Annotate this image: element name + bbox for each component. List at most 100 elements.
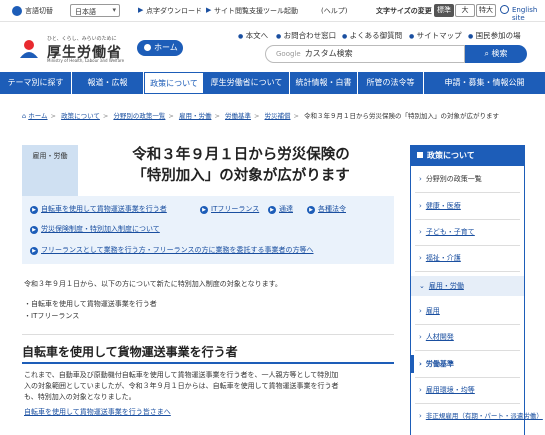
sidebar-item-nonregular[interactable]: › 非正規雇用（有期・パート・派遣労働） (411, 410, 543, 420)
nav-item-policy[interactable]: 政策について (144, 72, 204, 94)
sidebar-item-employment-labour[interactable]: ⌄ 雇用・労働 (411, 281, 524, 291)
nav-item-laws[interactable]: 所管の法令等 (358, 72, 424, 94)
caret-icon: ▶ (138, 6, 144, 14)
toc-item[interactable]: ▶ 労災保険制度・特別加入制度について (30, 224, 160, 234)
sidebar-link[interactable]: 雇用・労働 (429, 282, 464, 290)
sidebar-divider (415, 245, 520, 246)
toc-item[interactable]: ▶ 通達 (268, 204, 293, 214)
sidebar-divider (415, 324, 520, 325)
sidebar-item-welfare[interactable]: › 福祉・介護 (411, 253, 524, 263)
sidebar-link[interactable]: 人材開発 (426, 333, 454, 341)
sidebar-link[interactable]: 雇用 (426, 307, 440, 315)
sidebar-link[interactable]: 非正規雇用（有期・パート・派遣労働） (426, 412, 543, 420)
search-input[interactable]: Google カスタム検索 (265, 45, 465, 63)
google-label: Google (276, 50, 301, 58)
sidebar-divider (415, 377, 520, 378)
list-item: ・自転車を使用して貨物運送事業を行う者 (24, 300, 157, 308)
language-select[interactable]: 日本語 (70, 4, 120, 17)
paragraph-line: 入の対象範囲としていましたが、令和３年９月１日からは、自転車を使用して貨物運送事… (24, 382, 339, 390)
header-link-main[interactable]: ● 本文へ (238, 30, 268, 41)
global-nav: テーマ別に探す 報道・広報 政策について 厚生労働省について 統計情報・白書 所… (0, 72, 545, 94)
toc-link[interactable]: 通達 (279, 205, 293, 213)
header-link-label: お問合わせ窓口 (283, 31, 337, 40)
sidebar-link[interactable]: 労働基準 (426, 360, 454, 368)
nav-item-theme[interactable]: テーマ別に探す (0, 72, 72, 94)
font-size-standard-button[interactable]: 標準 (434, 4, 454, 17)
toc-item[interactable]: ▶ 自転車を使用して貨物運送事業を行う者 (30, 204, 167, 214)
logo-english-name: Ministry of Health, Labour and Welfare (47, 58, 125, 63)
toc-link[interactable]: 労災保険制度・特別加入制度について (41, 225, 160, 233)
toc-link[interactable]: ITフリーランス (211, 205, 259, 213)
sidebar-link[interactable]: 健康・医療 (426, 202, 461, 210)
logo-tagline: ひと、くらし、みらいのために (47, 36, 117, 42)
sidebar-divider (415, 350, 520, 351)
nav-item-statistics[interactable]: 統計情報・白書 (290, 72, 358, 94)
arrow-right-icon: ▶ (30, 206, 38, 214)
chevron-right-icon: › (419, 360, 422, 368)
arrow-right-icon: ▶ (307, 206, 315, 214)
arrow-right-icon: ▶ (268, 206, 276, 214)
chevron-right-icon: › (419, 202, 422, 210)
nav-item-press[interactable]: 報道・広報 (72, 72, 144, 94)
header-link-contact[interactable]: ● お問合わせ窓口 (276, 30, 336, 41)
chevron-right-icon: › (419, 307, 422, 315)
help-link[interactable]: (ヘルプ) (321, 6, 347, 16)
section-link[interactable]: 自転車を使用して貨物運送事業を行う皆さまへ (24, 407, 171, 417)
sidebar-item-employment[interactable]: › 雇用 (411, 306, 524, 316)
sidebar-heading[interactable]: 政策について (411, 146, 524, 166)
nav-item-applications[interactable]: 申請・募集・情報公開 (424, 72, 545, 94)
page-title-line: 「特別加入」の対象が広がります (132, 168, 350, 184)
paragraph-line: これまで、自動車及び原動機付自転車を使用して貨物運送事業を行う者を、一人親方等と… (24, 371, 339, 379)
font-size-xlarge-button[interactable]: 特大 (476, 4, 496, 17)
braille-download-link[interactable]: 点字ダウンロード (146, 6, 202, 16)
breadcrumb-link[interactable]: ホーム (28, 112, 47, 120)
sidebar-link[interactable]: 福祉・介護 (426, 254, 461, 262)
sidebar-item-children[interactable]: › 子ども・子育て (411, 227, 524, 237)
sidebar-item-equality[interactable]: › 雇用環境・均等 (411, 385, 524, 395)
utility-bar: 言語切替 日本語 ▶ 点字ダウンロード ▶ サイト閲覧支援ツール起動 (ヘルプ)… (0, 0, 545, 22)
chevron-right-icon: › (419, 412, 422, 420)
sidebar-item-health[interactable]: › 健康・医療 (411, 201, 524, 211)
accessibility-tool-link[interactable]: サイト閲覧支援ツール起動 (214, 6, 298, 16)
arrow-right-icon: ▶ (30, 226, 38, 234)
breadcrumb-current: 令和３年９月１日から労災保険の「特別加入」の対象が広がります (304, 112, 500, 120)
sidebar-link[interactable]: 分野別の政策一覧 (426, 175, 482, 183)
home-button[interactable]: ホーム (137, 40, 183, 56)
nav-item-about[interactable]: 厚生労働省について (204, 72, 290, 94)
font-size-large-button[interactable]: 大 (455, 4, 475, 17)
header-link-sitemap[interactable]: ● サイトマップ (409, 30, 462, 41)
sidebar-item-policy-list[interactable]: › 分野別の政策一覧 (411, 174, 524, 184)
breadcrumb-link[interactable]: 分野別の政策一覧 (113, 112, 165, 120)
sidebar-link[interactable]: 雇用環境・均等 (426, 386, 475, 394)
header-link-label: サイトマップ (416, 31, 462, 40)
toc-link[interactable]: 各種法令 (318, 205, 346, 213)
breadcrumb-link[interactable]: 政策について (61, 112, 100, 120)
toc-item[interactable]: ▶ ITフリーランス (200, 204, 259, 214)
toc-link[interactable]: 自転車を使用して貨物運送事業を行う者 (41, 205, 167, 213)
header-link-faq[interactable]: ● よくある御質問 (342, 30, 402, 41)
font-size-label: 文字サイズの変更 (376, 7, 432, 15)
list-item-text: ITフリーランス (31, 312, 80, 320)
toc-item[interactable]: ▶ フリーランスとして業務を行う方・フリーランスの方に業務を委託する事業者の方等へ (30, 245, 314, 255)
heading-underline (22, 362, 394, 364)
toc-link[interactable]: フリーランスとして業務を行う方・フリーランスの方に業務を委託する事業者の方等へ (41, 246, 314, 254)
table-of-contents: ▶ 自転車を使用して貨物運送事業を行う者 ▶ ITフリーランス ▶ 通達 ▶ 各種法令 … (22, 196, 394, 264)
search-icon: ⌕ (484, 49, 492, 58)
globe-icon (500, 5, 509, 14)
breadcrumb-link[interactable]: 労災補償 (265, 112, 291, 120)
category-tag: 雇用・労働 (22, 145, 78, 197)
sidebar-item-labour-standards[interactable]: › 労働基準 (411, 359, 524, 369)
intro-text: 令和３年９月１日から、以下の方について新たに特別加入制度の対象となります。 (24, 280, 282, 288)
breadcrumb-link[interactable]: 雇用・労働 (179, 112, 212, 120)
page-title: 令和３年９月１日から労災保険の 「特別加入」の対象が広がります (86, 145, 396, 187)
sidebar-link[interactable]: 子ども・子育て (426, 228, 475, 236)
sidebar-item-hr-development[interactable]: › 人材開発 (411, 332, 524, 342)
search-placeholder: カスタム検索 (304, 49, 353, 58)
breadcrumb-link[interactable]: 労働基準 (225, 112, 251, 120)
search-button[interactable]: ⌕ 検索 (465, 45, 527, 63)
header-link-participation[interactable]: ● 国民参加の場 (468, 30, 521, 41)
english-site-link[interactable]: English site (512, 6, 545, 22)
chevron-right-icon: › (419, 386, 422, 394)
breadcrumb: ⌂ ホーム > 政策について > 分野別の政策一覧 > 雇用・労働 > 労働基準 > 労災… (22, 112, 500, 120)
toc-item[interactable]: ▶ 各種法令 (307, 204, 346, 214)
